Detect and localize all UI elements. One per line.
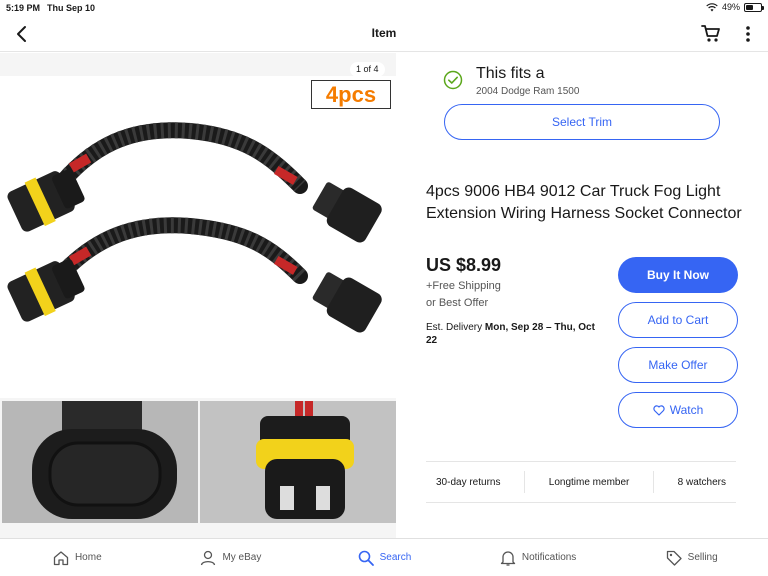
cart-icon[interactable] (700, 22, 722, 44)
connector-detail-image (2, 401, 198, 523)
wifi-icon (706, 2, 718, 11)
status-bar: 5:19 PM Thu Sep 10 49% (0, 0, 768, 16)
home-icon (53, 550, 69, 565)
more-options-icon[interactable] (740, 24, 756, 44)
fitment-vehicle: 2004 Dodge Ram 1500 (476, 86, 580, 97)
check-circle-icon (443, 70, 463, 90)
heart-icon (653, 404, 665, 416)
buy-it-now-button[interactable]: Buy It Now (618, 257, 738, 293)
tab-search[interactable]: Search (307, 539, 461, 576)
item-price: US $8.99 (426, 255, 502, 275)
seller-trust-bar: 30-day returns Longtime member 8 watcher… (426, 461, 736, 503)
status-time: 5:19 PM (6, 3, 41, 13)
estimated-delivery: Est. Delivery Mon, Sep 28 – Thu, Oct 22 (426, 321, 601, 347)
battery-icon (744, 2, 764, 12)
status-right: 49% (706, 2, 764, 12)
make-offer-button[interactable]: Make Offer (618, 347, 738, 383)
divider (653, 471, 654, 493)
page-title: Item (371, 26, 397, 40)
watch-button[interactable]: Watch (618, 392, 738, 428)
navigation-bar: Item (0, 16, 768, 52)
add-to-cart-button[interactable]: Add to Cart (618, 302, 738, 338)
search-icon (358, 550, 374, 566)
battery-percent: 49% (721, 2, 740, 12)
fitment-title: This fits a (476, 65, 545, 82)
tab-label: Notifications (521, 552, 577, 563)
image-counter: 1 of 4 (350, 62, 385, 77)
select-trim-button[interactable]: Select Trim (444, 104, 720, 140)
socket-detail-image (200, 401, 396, 523)
tab-home[interactable]: Home (0, 539, 154, 576)
tab-notifications[interactable]: Notifications (461, 539, 615, 576)
person-icon (201, 550, 216, 565)
divider (524, 471, 526, 493)
watch-label: Watch (669, 403, 704, 417)
tab-label: Search (379, 552, 412, 563)
item-title: 4pcs 9006 HB4 9012 Car Truck Fog Light E… (426, 183, 742, 222)
bottom-tab-bar: Home My eBay Search Notifications Sellin… (0, 538, 768, 576)
best-offer-info: or Best Offer (426, 297, 489, 309)
tab-my-ebay[interactable]: My eBay (154, 539, 308, 576)
wiring-harness-image (7, 122, 382, 333)
shipping-info: +Free Shipping (426, 280, 501, 292)
image-gallery[interactable] (0, 53, 396, 576)
quantity-badge: 4pcs (311, 80, 391, 109)
tab-label: Home (74, 552, 102, 563)
watchers-count: 8 watchers (677, 476, 726, 488)
tab-label: My eBay (222, 552, 262, 563)
tab-label: Selling (687, 552, 718, 563)
delivery-label: Est. Delivery (426, 322, 483, 333)
item-screen: 5:19 PM Thu Sep 10 49% Item 1 of 4 4pcs … (0, 0, 768, 576)
returns-policy[interactable]: 30-day returns (436, 477, 500, 488)
main-product-image[interactable] (0, 76, 396, 398)
tag-icon (666, 550, 682, 566)
battery-level (746, 4, 753, 10)
tab-selling[interactable]: Selling (614, 539, 768, 576)
seller-membership[interactable]: Longtime member (549, 477, 630, 488)
bell-icon (500, 550, 515, 566)
status-date: Thu Sep 10 (47, 3, 96, 13)
